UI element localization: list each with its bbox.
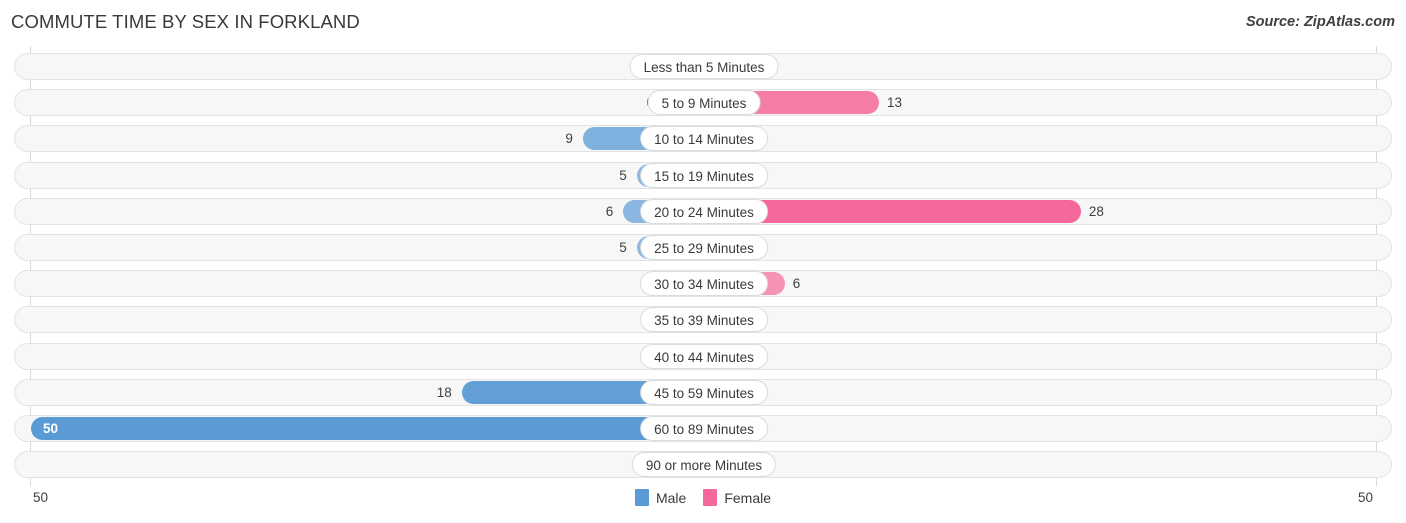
value-label-male-4: 5: [619, 167, 627, 183]
legend-swatch-male: [634, 489, 649, 506]
table-row: 5025 to 29 Minutes: [14, 234, 1392, 261]
value-label-male-11: 50: [43, 421, 59, 436]
category-label-6: 25 to 29 Minutes: [640, 235, 768, 260]
category-label-9: 40 to 44 Minutes: [640, 343, 768, 369]
bar-row-12: 0390 or more Minutes: [15, 452, 1391, 478]
category-label-4: 15 to 19 Minutes: [640, 162, 768, 188]
category-label-2: 5 to 9 Minutes: [647, 90, 761, 116]
bar-row-9: 0040 to 44 Minutes: [15, 343, 1391, 369]
chart-header: COMMUTE TIME BY SEX IN FORKLAND Source: …: [0, 0, 1406, 46]
table-row: 9110 to 14 Minutes: [14, 125, 1392, 153]
bar-row-10: 18045 to 59 Minutes: [15, 379, 1391, 405]
category-label-5: 20 to 24 Minutes: [640, 198, 768, 224]
legend-item-female[interactable]: Female: [703, 489, 771, 506]
category-label-3: 10 to 14 Minutes: [640, 126, 768, 152]
table-row: 50060 to 89 Minutes: [14, 415, 1392, 442]
value-label-female-2: 13: [886, 95, 902, 111]
bar-row-8: 0035 to 39 Minutes: [15, 307, 1391, 333]
table-row: 5215 to 19 Minutes: [14, 161, 1392, 189]
bar-row-11: 50060 to 89 Minutes: [15, 416, 1391, 441]
table-row: 0035 to 39 Minutes: [14, 306, 1392, 334]
table-row: 6 28 20 to 24 Minutes: [14, 197, 1392, 225]
source-attribution: Source: ZipAtlas.com: [1245, 14, 1395, 30]
category-label-7: 30 to 34 Minutes: [640, 271, 768, 297]
table-row: 0390 or more Minutes: [14, 451, 1392, 479]
chart-legend: Male Female: [0, 489, 1406, 506]
page-title: COMMUTE TIME BY SEX IN FORKLAND: [11, 11, 360, 32]
table-row: 0630 to 34 Minutes: [14, 270, 1392, 298]
category-label-12: 90 or more Minutes: [631, 452, 777, 478]
category-label-8: 35 to 39 Minutes: [640, 307, 768, 333]
bar-row-1: 30Less than 5 Minutes: [15, 54, 1391, 79]
chart-plot-area: 30Less than 5 Minutes0135 to 9 Minutes91…: [0, 46, 1406, 486]
bar-male-11[interactable]: [31, 417, 704, 440]
legend-item-male[interactable]: Male: [634, 489, 687, 506]
legend-swatch-female: [703, 489, 718, 506]
value-label-male-6: 5: [619, 240, 627, 255]
value-label-female-7: 6: [792, 276, 801, 292]
value-label-male-10: 18: [436, 384, 452, 400]
bar-row-7: 0630 to 34 Minutes: [15, 271, 1391, 297]
bar-row-3: 9110 to 14 Minutes: [15, 126, 1391, 152]
legend-label-female: Female: [724, 489, 772, 506]
bar-row-4: 5215 to 19 Minutes: [15, 162, 1391, 188]
table-row: 30Less than 5 Minutes: [14, 53, 1392, 80]
table-row: 0135 to 9 Minutes: [14, 89, 1392, 117]
value-label-male-3: 9: [565, 131, 573, 147]
value-label-male-5: 6: [605, 203, 614, 219]
table-row: 0040 to 44 Minutes: [14, 342, 1392, 370]
category-label-11: 60 to 89 Minutes: [640, 416, 768, 441]
chart-footer: 50 50 Male Female: [0, 486, 1406, 523]
category-label-1: Less than 5 Minutes: [629, 54, 779, 79]
value-label-female-5: 28: [1088, 203, 1104, 219]
bar-row-2: 0135 to 9 Minutes: [15, 90, 1391, 116]
category-label-10: 45 to 59 Minutes: [640, 379, 768, 405]
bar-row-6: 5025 to 29 Minutes: [15, 235, 1391, 260]
bar-row-5: 6 28 20 to 24 Minutes: [15, 198, 1391, 224]
legend-label-male: Male: [655, 489, 687, 506]
table-row: 18045 to 59 Minutes: [14, 378, 1392, 406]
